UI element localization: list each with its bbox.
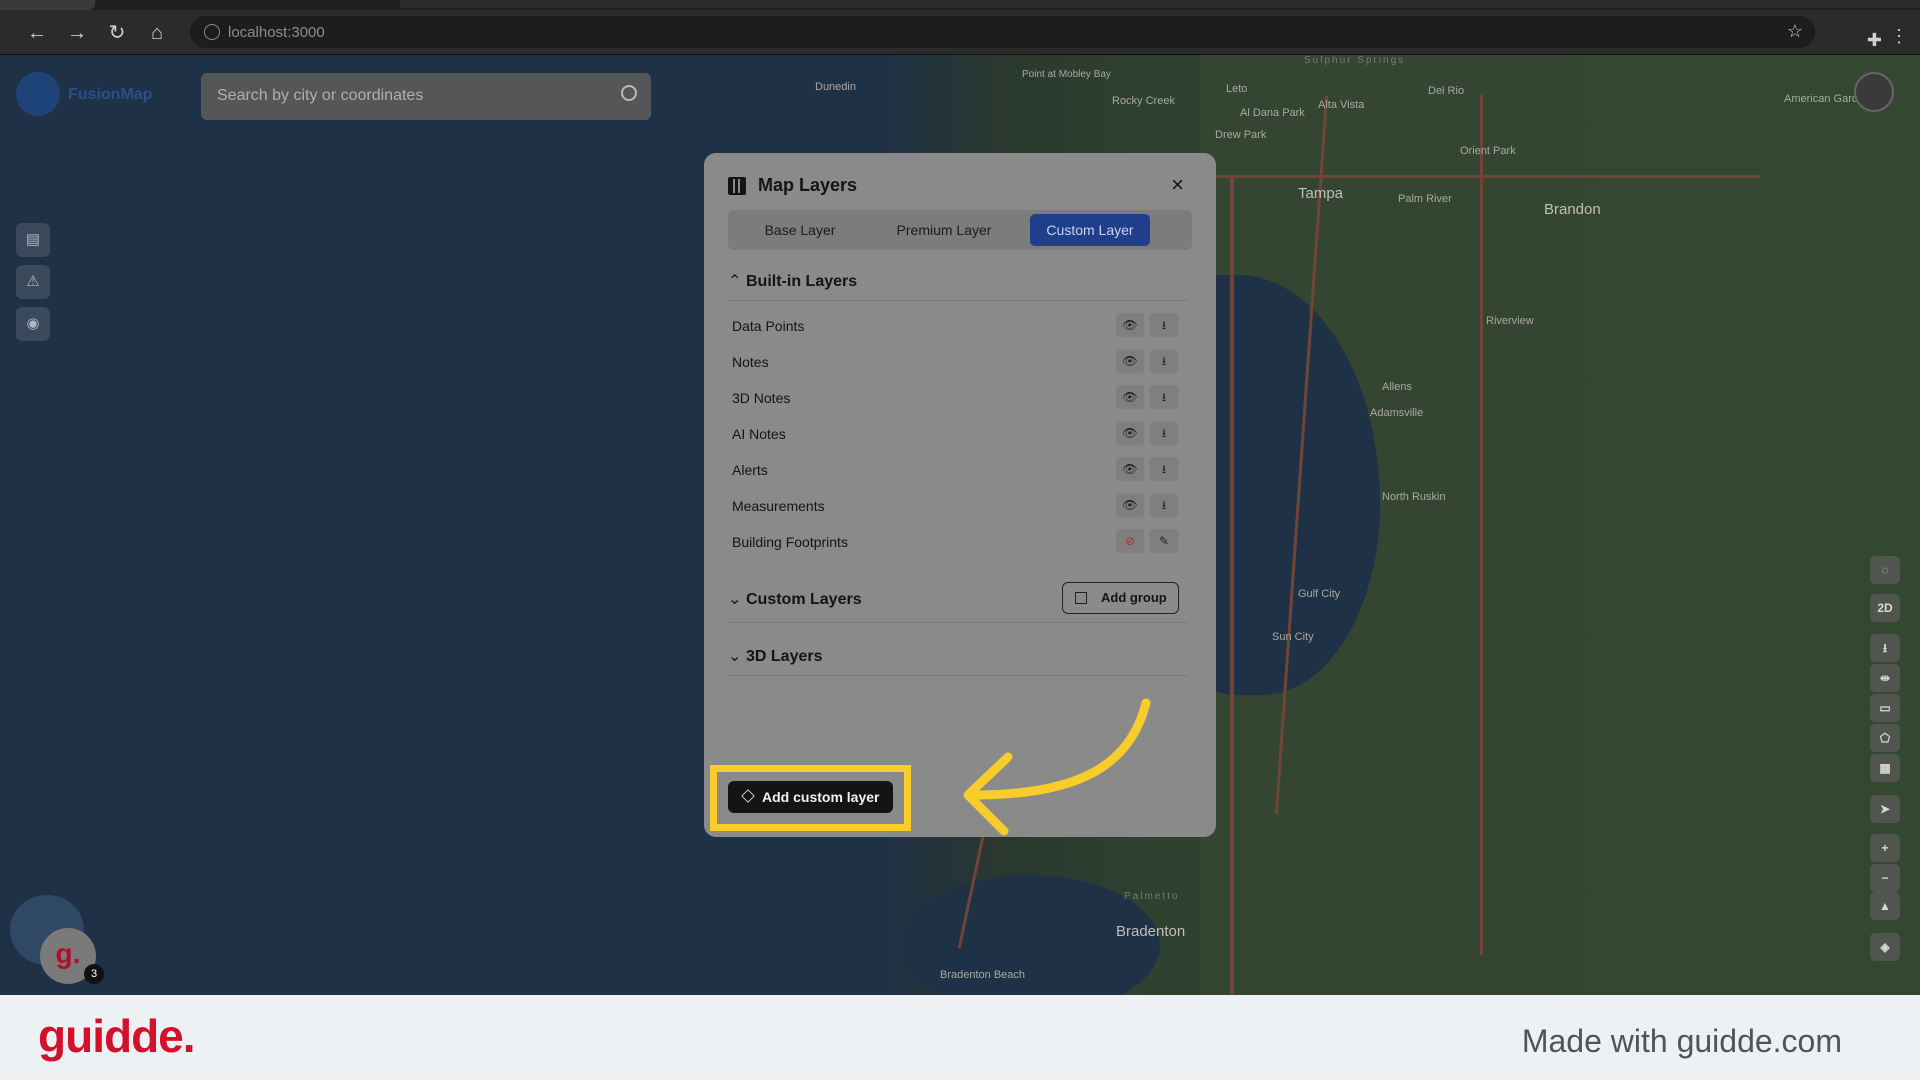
custom-layers-title: Custom Layers [746,591,862,608]
add-group-button[interactable]: Add group [1062,582,1179,614]
download-icon[interactable]: ⭳ [1150,457,1178,481]
fusionmap-logo-icon[interactable] [16,72,60,116]
search-icon[interactable] [621,85,637,101]
divider [728,622,1188,623]
tab-base-layer[interactable]: Base Layer [734,214,866,246]
layer-row-measurements: Measurements 👁 ⭳ [732,493,1184,519]
site-info-icon[interactable] [204,24,220,40]
close-icon[interactable]: × [1171,173,1184,197]
globe-icon[interactable]: ◉ [16,307,50,341]
notes-panel-icon[interactable]: ▤ [16,223,50,257]
locate-icon[interactable]: ➤ [1870,795,1900,823]
guidde-footer: guidde. Made with guidde.com [0,995,1920,1080]
eye-icon[interactable]: 👁 [1116,457,1144,481]
modal-title: Map Layers [758,175,858,195]
browser-tab-bar [400,0,1920,8]
layers-icon [741,789,755,803]
chart-icon[interactable]: ▦ [1870,754,1900,782]
custom-layers-header[interactable]: ⌄ Custom Layers [728,589,862,609]
divider [728,675,1188,676]
edit-icon[interactable]: ✎ [1150,529,1178,553]
view-mode-toggle[interactable]: 2D [1870,594,1900,622]
home-icon[interactable]: ⌂ [144,20,170,46]
back-icon[interactable]: ← [24,20,50,46]
search-placeholder: Search by city or coordinates [217,87,424,104]
forward-icon[interactable]: → [64,20,90,46]
layer-name: AI Notes [732,426,786,442]
layer-row-alerts: Alerts 👁 ⭳ [732,457,1184,483]
eye-icon[interactable]: 👁 [1116,493,1144,517]
add-custom-layer-button[interactable]: Add custom layer [728,781,893,813]
layer-name: Measurements [732,498,825,514]
grid-icon [1075,592,1087,604]
layer-name: Data Points [732,318,805,334]
chevron-up-icon: ⌃ [728,273,742,290]
add-group-label: Add group [1101,590,1167,605]
divider [728,300,1188,301]
download-icon[interactable]: ⭳ [1870,634,1900,662]
chevron-down-icon: ⌄ [728,591,742,608]
pointer-arrow-icon [963,698,1151,836]
layer-row-building-footprints: Building Footprints ⊘ ✎ [732,529,1184,555]
search-input[interactable]: Search by city or coordinates [201,73,651,120]
3d-layers-header[interactable]: ⌄ 3D Layers [728,646,823,666]
3d-layers-title: 3D Layers [746,648,823,665]
layer-row-ai-notes: AI Notes 👁 ⭳ [732,421,1184,447]
download-icon[interactable]: ⭳ [1150,385,1178,409]
builtin-layers-title: Built-in Layers [746,273,858,290]
tab-custom-layer[interactable]: Custom Layer [1030,214,1150,246]
download-icon[interactable]: ⭳ [1150,349,1178,373]
alert-icon[interactable]: ⚠ [16,265,50,299]
url-text: localhost:3000 [228,24,325,41]
layer-row-data-points: Data Points 👁 ⭳ [732,313,1184,339]
eye-off-icon[interactable]: ⊘ [1116,529,1144,553]
download-icon[interactable]: ⭳ [1150,313,1178,337]
notification-badge: 3 [84,964,104,984]
browser-toolbar: ← → ↻ ⌂ localhost:3000 ☆ ✚ ⋮ [0,10,1920,55]
address-bar[interactable]: localhost:3000 ☆ [190,16,1815,48]
tab-premium-layer[interactable]: Premium Layer [868,214,1020,246]
reload-icon[interactable]: ↻ [104,20,130,46]
add-custom-layer-label: Add custom layer [762,789,880,805]
eye-icon[interactable]: 👁 [1116,385,1144,409]
eye-icon[interactable]: 👁 [1116,421,1144,445]
layer-row-3d-notes: 3D Notes 👁 ⭳ [732,385,1184,411]
layer-row-notes: Notes 👁 ⭳ [732,349,1184,375]
download-icon[interactable]: ⭳ [1150,493,1178,517]
eye-icon[interactable]: 👁 [1116,349,1144,373]
extensions-icon[interactable]: ✚ [1867,30,1882,51]
user-avatar[interactable] [1854,72,1894,112]
app-logo-text: FusionMap [68,86,153,103]
zoom-out-icon[interactable]: − [1870,864,1900,892]
bookmark-star-icon[interactable]: ☆ [1787,21,1803,42]
made-with-text: Made with guidde.com [1521,1023,1842,1059]
map-icon [728,176,746,195]
builtin-layers-header[interactable]: ⌃ Built-in Layers [728,271,857,291]
layer-name: Building Footprints [732,534,848,550]
ruler-icon[interactable]: ▭ [1870,694,1900,722]
layer-name: 3D Notes [732,390,791,406]
layer-name: Alerts [732,462,768,478]
split-view-icon[interactable]: ⇹ [1870,664,1900,692]
guidde-logo: guidde. [38,1010,196,1062]
browser-tabstrip [0,0,1920,10]
zoom-in-icon[interactable]: + [1870,834,1900,862]
compass-icon[interactable]: ▲ [1870,892,1900,920]
modal-header: Map Layers [728,175,857,196]
chevron-down-icon: ⌄ [728,648,742,665]
layer-tabs: Base Layer Premium Layer Custom Layer [728,210,1192,250]
ai-chat-icon[interactable]: ◌ [1870,556,1900,584]
browser-tab[interactable] [0,0,95,10]
draw-polygon-icon[interactable]: ⬠ [1870,724,1900,752]
layers-icon[interactable]: ◈ [1870,933,1900,961]
browser-menu-icon[interactable]: ⋮ [1890,26,1908,47]
layer-name: Notes [732,354,769,370]
eye-icon[interactable]: 👁 [1116,313,1144,337]
download-icon[interactable]: ⭳ [1150,421,1178,445]
